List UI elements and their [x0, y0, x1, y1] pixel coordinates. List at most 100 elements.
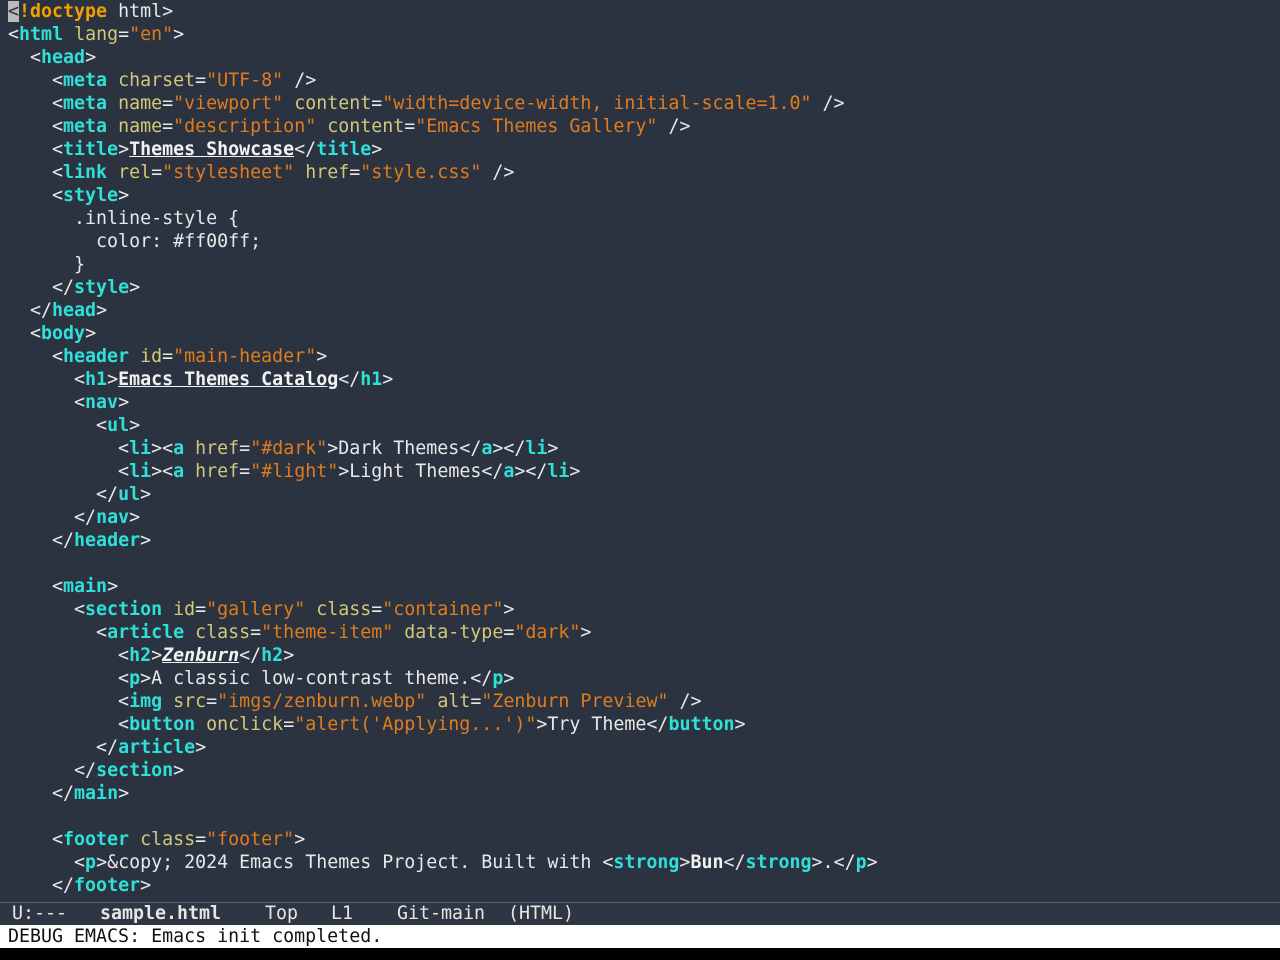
code-line[interactable]: .inline-style { [8, 207, 878, 230]
code-line[interactable]: <meta name="description" content="Emacs … [8, 115, 878, 138]
code-token: "UTF-8" [206, 70, 284, 91]
code-line[interactable]: <li><a href="#dark">Dark Themes</a></li> [8, 437, 878, 460]
code-token: header [63, 346, 130, 367]
code-line[interactable]: <meta charset="UTF-8" /> [8, 69, 878, 92]
major-mode: (HTML) [508, 903, 575, 924]
code-token: "Emacs Themes Gallery" [415, 116, 658, 137]
code-token: charset [118, 70, 196, 91]
code-token: meta [63, 93, 108, 114]
echo-area: DEBUG EMACS: Emacs init completed. [0, 925, 1280, 948]
code-token: < [8, 323, 42, 344]
code-token: name [118, 116, 163, 137]
code-line[interactable]: <style> [8, 184, 878, 207]
code-line[interactable]: </section> [8, 759, 878, 782]
buffer-filename: sample.html [100, 903, 222, 924]
code-line[interactable]: <li><a href="#light">Light Themes</a></l… [8, 460, 878, 483]
code-line[interactable]: color: #ff00ff; [8, 230, 878, 253]
code-token: = [239, 438, 251, 459]
code-line[interactable]: <section id="gallery" class="container"> [8, 598, 878, 621]
code-line[interactable]: <main> [8, 575, 878, 598]
code-token: = [404, 116, 416, 137]
code-token: = [118, 24, 130, 45]
code-area[interactable]: <!doctype html> <html lang="en"> <head> <… [8, 0, 878, 897]
code-token: < [8, 829, 64, 850]
code-token: </ [470, 668, 493, 689]
code-token: > [195, 737, 207, 758]
code-token: = [195, 70, 207, 91]
code-line[interactable]: <link rel="stylesheet" href="style.css" … [8, 161, 878, 184]
code-line[interactable]: <p>&copy; 2024 Emacs Themes Project. Bui… [8, 851, 878, 874]
code-token: > [140, 875, 152, 896]
code-token: </ [8, 760, 97, 781]
code-line[interactable]: <header id="main-header"> [8, 345, 878, 368]
code-token: "theme-item" [261, 622, 394, 643]
code-token: p [855, 852, 867, 873]
code-token: > [118, 139, 130, 160]
code-line[interactable]: </main> [8, 782, 878, 805]
code-line[interactable]: </head> [8, 299, 878, 322]
code-line[interactable]: <h2>Zenburn</h2> [8, 644, 878, 667]
code-token: > [118, 783, 130, 804]
code-token: > [580, 622, 592, 643]
code-token: > [316, 346, 328, 367]
code-line[interactable]: <footer class="footer"> [8, 828, 878, 851]
code-line[interactable]: <title>Themes Showcase</title> [8, 138, 878, 161]
code-token: "en" [129, 24, 174, 45]
code-token: Zenburn [162, 645, 240, 666]
code-token: strong [613, 852, 680, 873]
code-token: !doctype [19, 1, 108, 22]
code-token: . [822, 852, 834, 873]
code-token: ></ [514, 461, 548, 482]
code-token: head [52, 300, 97, 321]
code-line[interactable]: <img src="imgs/zenburn.webp" alt="Zenbur… [8, 690, 878, 713]
code-line[interactable]: </nav> [8, 506, 878, 529]
code-line[interactable]: <body> [8, 322, 878, 345]
code-line[interactable]: <head> [8, 46, 878, 69]
code-token: href [195, 461, 240, 482]
code-token: onclick [206, 714, 284, 735]
code-token: "imgs/zenburn.webp" [217, 691, 427, 712]
code-token: content [294, 93, 372, 114]
code-token: "style.css" [360, 162, 482, 183]
code-token: </ [294, 139, 317, 160]
code-token: h1 [85, 369, 108, 390]
code-line[interactable]: <ul> [8, 414, 878, 437]
code-token: > [140, 530, 152, 551]
code-token: section [96, 760, 174, 781]
editor-buffer[interactable]: <!doctype html> <html lang="en"> <head> <… [0, 0, 1280, 902]
code-line[interactable]: <html lang="en"> [8, 23, 878, 46]
code-token: </ [8, 300, 53, 321]
code-line[interactable]: <h1>Emacs Themes Catalog</h1> [8, 368, 878, 391]
code-token: < [8, 24, 20, 45]
code-line[interactable]: <button onclick="alert('Applying...')">T… [8, 713, 878, 736]
code-token: h2 [261, 645, 284, 666]
code-token: = [162, 346, 174, 367]
code-line[interactable]: </article> [8, 736, 878, 759]
code-line[interactable]: </footer> [8, 874, 878, 897]
text-cursor: < [8, 1, 20, 22]
code-line[interactable]: <!doctype html> [8, 0, 878, 23]
vc-branch: Git-main [397, 903, 486, 924]
code-line[interactable] [8, 805, 878, 828]
code-token: style [63, 185, 119, 206]
code-token: < [8, 47, 42, 68]
code-token: > [283, 645, 295, 666]
code-token: < [8, 116, 64, 137]
code-token: a [173, 438, 185, 459]
code-line[interactable] [8, 552, 878, 575]
code-line[interactable]: } [8, 253, 878, 276]
code-line[interactable]: <nav> [8, 391, 878, 414]
code-line[interactable]: </ul> [8, 483, 878, 506]
code-line[interactable]: <article class="theme-item" data-type="d… [8, 621, 878, 644]
code-token: Try Theme [547, 714, 647, 735]
code-token: content [327, 116, 405, 137]
code-line[interactable]: </style> [8, 276, 878, 299]
code-token: > [151, 645, 163, 666]
code-line[interactable]: <meta name="viewport" content="width=dev… [8, 92, 878, 115]
code-token: h1 [360, 369, 383, 390]
code-line[interactable]: </header> [8, 529, 878, 552]
code-line[interactable]: <p>A classic low-contrast theme.</p> [8, 667, 878, 690]
